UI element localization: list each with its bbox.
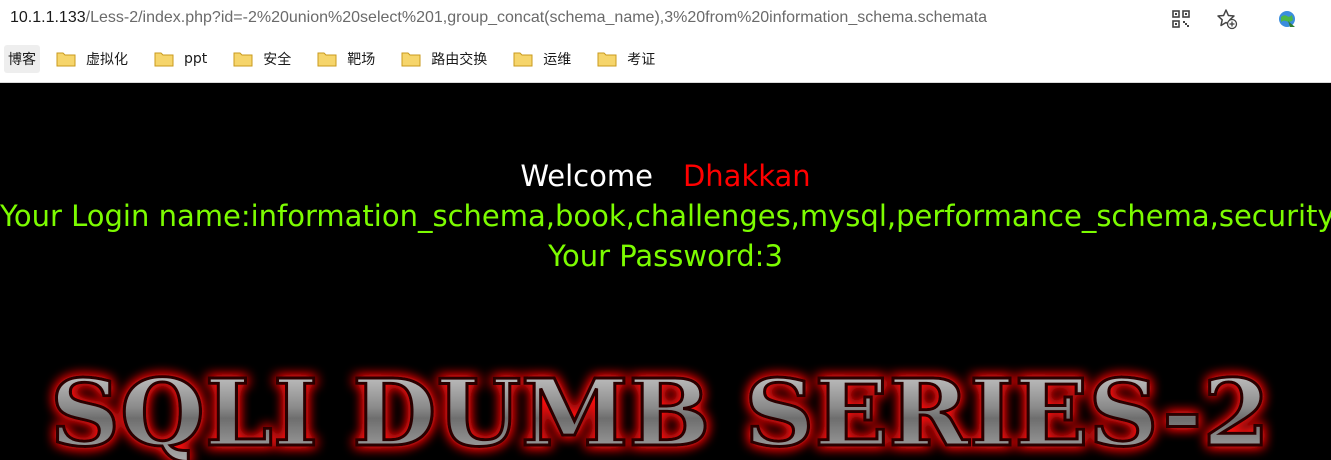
bookmark-folder[interactable]: 路由交换 bbox=[401, 49, 487, 69]
bookmark-folder[interactable]: 虚拟化 bbox=[56, 49, 128, 69]
folder-icon bbox=[597, 52, 617, 67]
folder-icon bbox=[154, 52, 174, 67]
bookmark-folder[interactable]: 安全 bbox=[233, 49, 291, 69]
bookmark-folder[interactable]: 靶场 bbox=[317, 49, 375, 69]
folder-icon bbox=[401, 52, 421, 67]
sqli-banner-image: SQLI DUMB SERIES-2 bbox=[49, 358, 1272, 460]
bookmark-folder[interactable]: ppt bbox=[154, 51, 207, 67]
welcome-line: Welcome Dhakkan bbox=[0, 159, 1331, 193]
browser-extension-icon[interactable] bbox=[1276, 8, 1298, 30]
folder-icon bbox=[56, 52, 76, 67]
bookmark-label: 靶场 bbox=[347, 52, 376, 68]
folder-icon bbox=[513, 52, 533, 67]
address-bar: 10.1.1.133/Less-2/index.php?id=-2%20unio… bbox=[0, 0, 1331, 36]
banner-text: SQLI DUMB SERIES-2 bbox=[50, 359, 1270, 460]
url-host: 10.1.1.133 bbox=[10, 9, 86, 26]
bookmark-folder[interactable]: 运维 bbox=[513, 49, 571, 69]
bookmarks-bar: 博客 虚拟化 ppt 安全 靶场 路由交换 运维 考证 bbox=[0, 36, 1331, 83]
bookmark-label: 路由交换 bbox=[431, 52, 488, 68]
bookmark-label: ppt bbox=[184, 51, 208, 67]
user-name: Dhakkan bbox=[682, 159, 811, 193]
bookmark-label: 运维 bbox=[543, 52, 572, 68]
page-content: Welcome Dhakkan Your Login name:informati… bbox=[0, 83, 1331, 460]
url-path: /Less-2/index.php?id=-2%20union%20select… bbox=[85, 9, 988, 26]
bookmark-label: 虚拟化 bbox=[86, 52, 128, 68]
url-field[interactable]: 10.1.1.133/Less-2/index.php?id=-2%20unio… bbox=[0, 0, 1150, 36]
folder-icon bbox=[233, 52, 253, 67]
add-favorite-icon[interactable] bbox=[1216, 8, 1238, 30]
bookmark-label: 安全 bbox=[263, 52, 292, 68]
bookmark-label: 考证 bbox=[627, 52, 656, 68]
bookmark-folder[interactable]: 考证 bbox=[597, 49, 655, 69]
qr-code-icon[interactable] bbox=[1170, 8, 1192, 30]
password-result: Your Password:3 bbox=[548, 239, 783, 273]
login-name-result: Your Login name:information_schema,book,… bbox=[0, 199, 1331, 233]
welcome-text: Welcome bbox=[520, 159, 653, 193]
bookmark-blog[interactable]: 博客 bbox=[4, 45, 40, 73]
folder-icon bbox=[317, 52, 337, 67]
